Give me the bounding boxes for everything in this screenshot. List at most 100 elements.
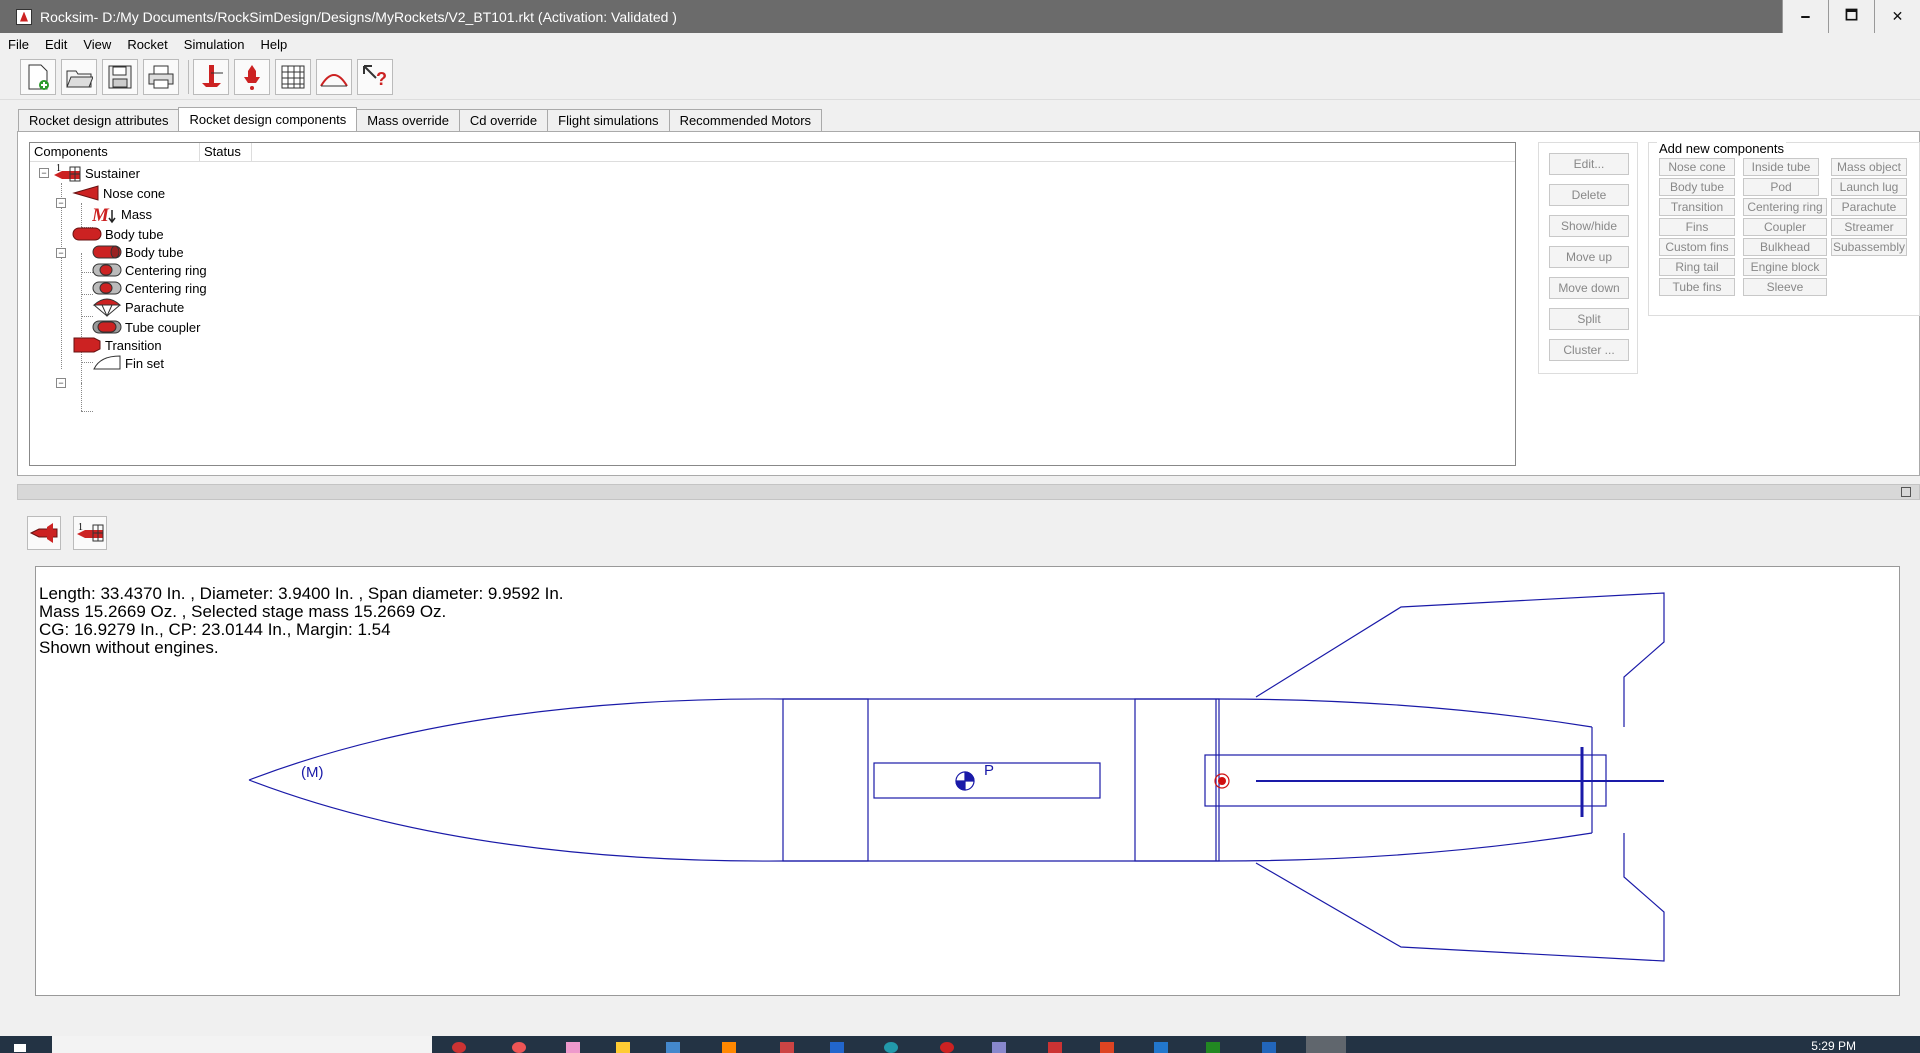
move-up-button[interactable]: Move up xyxy=(1549,246,1629,268)
add-inside-tube-button[interactable]: Inside tube xyxy=(1743,158,1819,176)
centering-ring-rear xyxy=(1134,698,1220,862)
stage-icon: 1 xyxy=(77,522,104,542)
rocket-button[interactable] xyxy=(193,59,229,95)
add-launch-lug-button[interactable]: Launch lug xyxy=(1831,178,1907,196)
app-icon[interactable] xyxy=(830,1042,844,1053)
menu-simulation[interactable]: Simulation xyxy=(176,37,253,52)
column-header-components[interactable]: Components xyxy=(30,143,200,161)
help-button[interactable]: ? xyxy=(357,59,393,95)
tab-cd-override[interactable]: Cd override xyxy=(458,109,549,131)
app-icon[interactable] xyxy=(780,1042,794,1053)
add-centering-ring-button[interactable]: Centering ring xyxy=(1743,198,1827,216)
delete-button[interactable]: Delete xyxy=(1549,184,1629,206)
add-parachute-button[interactable]: Parachute xyxy=(1831,198,1907,216)
tab-rocket-design-components[interactable]: Rocket design components xyxy=(178,107,358,131)
tab-flight-simulations[interactable]: Flight simulations xyxy=(547,109,670,131)
maximize-button[interactable]: 🗖 xyxy=(1828,0,1874,33)
parachute-icon xyxy=(92,298,122,317)
component-tree[interactable]: Components Status − − − − 1 Sustainer No… xyxy=(29,142,1516,466)
app-icon[interactable] xyxy=(512,1042,526,1053)
app-icon[interactable] xyxy=(1154,1042,1168,1053)
tree-node-centering-ring[interactable]: Centering ring xyxy=(92,278,207,298)
app-icon[interactable] xyxy=(992,1042,1006,1053)
menu-view[interactable]: View xyxy=(75,37,119,52)
add-sleeve-button[interactable]: Sleeve xyxy=(1743,278,1827,296)
tree-node-centering-ring[interactable]: Centering ring xyxy=(92,260,207,280)
add-subassembly-button[interactable]: Subassembly xyxy=(1831,238,1907,256)
grid-button[interactable] xyxy=(275,59,311,95)
active-app-icon[interactable] xyxy=(1306,1036,1346,1053)
tab-rocket-design-attributes[interactable]: Rocket design attributes xyxy=(18,109,180,131)
app-icon[interactable] xyxy=(940,1042,954,1053)
stage-view-button[interactable]: 1 xyxy=(73,516,107,550)
add-tube-fins-button[interactable]: Tube fins xyxy=(1659,278,1735,296)
add-pod-button[interactable]: Pod xyxy=(1743,178,1819,196)
tree-node-transition[interactable]: Transition xyxy=(72,335,162,355)
close-button[interactable]: ✕ xyxy=(1874,0,1920,33)
add-fins-button[interactable]: Fins xyxy=(1659,218,1735,236)
help-pointer-icon: ? xyxy=(363,65,387,89)
taskbar: 5:29 PM xyxy=(0,1036,1920,1053)
folder-icon[interactable] xyxy=(616,1042,630,1053)
tree-node-body-tube[interactable]: Body tube xyxy=(72,224,164,244)
stage-button[interactable] xyxy=(234,59,270,95)
edit-button[interactable]: Edit... xyxy=(1549,153,1629,175)
split-button[interactable]: Split xyxy=(1549,308,1629,330)
tree-node-nose-cone[interactable]: Nose cone xyxy=(72,183,165,203)
taskbar-search-box[interactable] xyxy=(52,1036,432,1053)
menu-help[interactable]: Help xyxy=(252,37,295,52)
add-transition-button[interactable]: Transition xyxy=(1659,198,1735,216)
app-icon[interactable] xyxy=(1048,1042,1062,1053)
expand-toggle[interactable]: − xyxy=(56,248,66,258)
expand-toggle[interactable]: − xyxy=(56,378,66,388)
add-bulkhead-button[interactable]: Bulkhead xyxy=(1743,238,1827,256)
app-icon[interactable] xyxy=(1206,1042,1220,1053)
add-ring-tail-button[interactable]: Ring tail xyxy=(1659,258,1735,276)
add-nose-cone-button[interactable]: Nose cone xyxy=(1659,158,1735,176)
add-coupler-button[interactable]: Coupler xyxy=(1743,218,1827,236)
app-icon[interactable] xyxy=(452,1042,466,1053)
tree-node-parachute[interactable]: Parachute xyxy=(92,297,184,317)
expand-toggle[interactable]: − xyxy=(56,198,66,208)
move-down-button[interactable]: Move down xyxy=(1549,277,1629,299)
app-icon[interactable] xyxy=(722,1042,736,1053)
add-custom-fins-button[interactable]: Custom fins xyxy=(1659,238,1735,256)
cluster-button[interactable]: Cluster ... xyxy=(1549,339,1629,361)
app-icon[interactable] xyxy=(884,1042,898,1053)
menu-rocket[interactable]: Rocket xyxy=(119,37,175,52)
add-streamer-button[interactable]: Streamer xyxy=(1831,218,1907,236)
tab-recommended-motors[interactable]: Recommended Motors xyxy=(668,109,823,131)
tree-node-mass[interactable]: M Mass xyxy=(92,204,152,224)
parachute-marker-label: P xyxy=(984,762,994,779)
show-hide-button[interactable]: Show/hide xyxy=(1549,215,1629,237)
tree-node-inner-body-tube[interactable]: Body tube xyxy=(92,242,184,262)
app-icon[interactable] xyxy=(666,1042,680,1053)
tree-node-tube-coupler[interactable]: Tube coupler xyxy=(92,317,200,337)
tab-mass-override[interactable]: Mass override xyxy=(356,109,460,131)
print-button[interactable] xyxy=(143,59,179,95)
rocket-view-canvas[interactable]: Length: 33.4370 In. , Diameter: 3.9400 I… xyxy=(35,566,1900,996)
trajectory-button[interactable] xyxy=(316,59,352,95)
side-view-button[interactable] xyxy=(27,516,61,550)
column-header-status[interactable]: Status xyxy=(200,143,252,161)
save-button[interactable] xyxy=(102,59,138,95)
panel-splitter[interactable] xyxy=(17,484,1920,500)
minimize-button[interactable]: 🗕 xyxy=(1782,0,1828,33)
tree-node-sustainer[interactable]: 1 Sustainer xyxy=(52,163,140,183)
menu-edit[interactable]: Edit xyxy=(37,37,75,52)
menu-file[interactable]: File xyxy=(0,37,37,52)
app-icon[interactable] xyxy=(1100,1042,1114,1053)
tree-node-fin-set[interactable]: Fin set xyxy=(92,353,164,373)
view-toolbar: 1 xyxy=(27,516,119,550)
body-tube-icon xyxy=(92,245,122,259)
app-icon[interactable] xyxy=(1262,1042,1276,1053)
restore-icon[interactable] xyxy=(1901,487,1911,497)
expand-toggle[interactable]: − xyxy=(39,168,49,178)
start-icon[interactable] xyxy=(14,1044,26,1052)
add-mass-object-button[interactable]: Mass object xyxy=(1831,158,1907,176)
app-icon[interactable] xyxy=(566,1042,580,1053)
open-button[interactable] xyxy=(61,59,97,95)
new-file-button[interactable] xyxy=(20,59,56,95)
add-engine-block-button[interactable]: Engine block xyxy=(1743,258,1827,276)
add-body-tube-button[interactable]: Body tube xyxy=(1659,178,1735,196)
